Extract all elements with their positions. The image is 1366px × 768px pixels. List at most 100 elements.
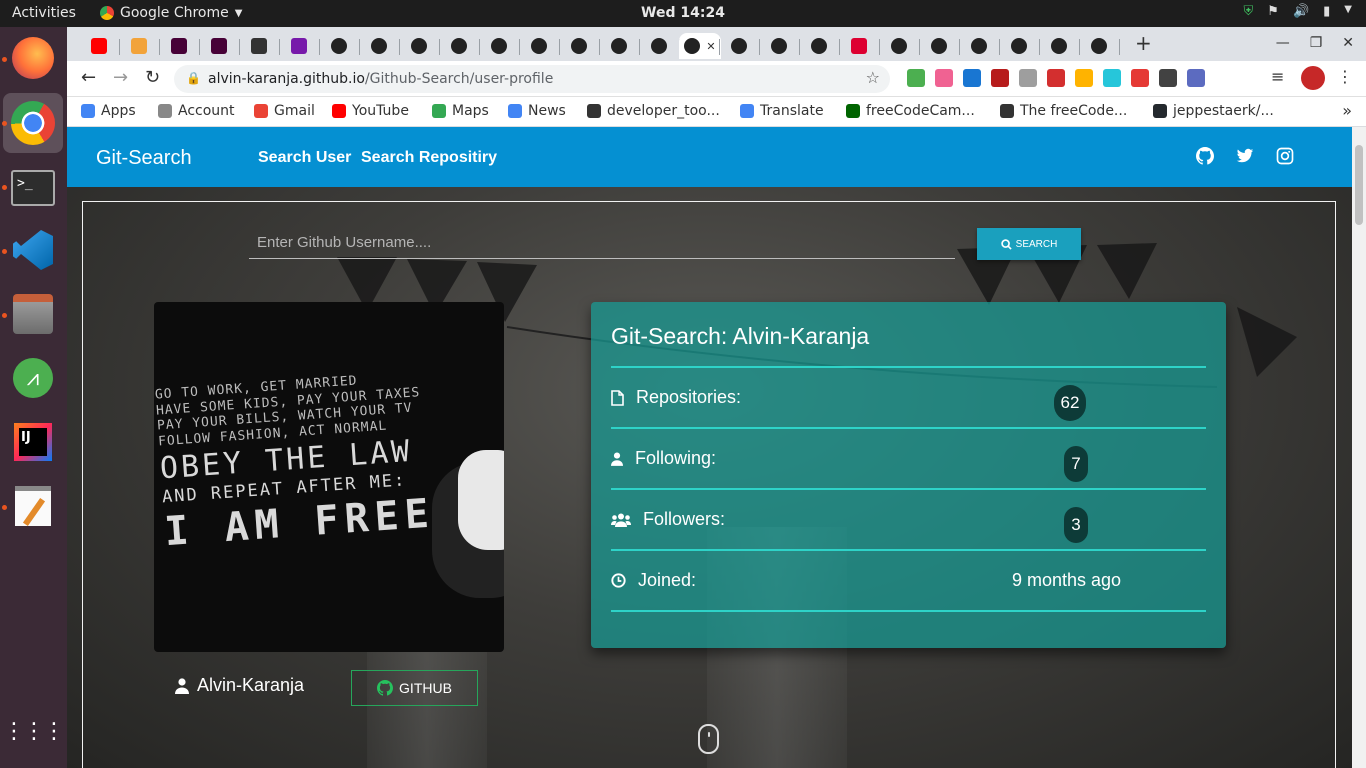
github-icon[interactable] [1196, 147, 1214, 169]
address-bar[interactable]: 🔒 alvin-karanja.github.io/Github-Search/… [174, 65, 890, 93]
browser-tab[interactable] [799, 33, 839, 59]
browser-tab[interactable] [439, 33, 479, 59]
profile-avatar-image: GO TO WORK, GET MARRIED HAVE SOME KIDS, … [154, 302, 504, 652]
browser-tab[interactable] [959, 33, 999, 59]
bookmark-item[interactable]: The freeCode... [1000, 103, 1127, 119]
browser-tab[interactable] [919, 33, 959, 59]
browser-tab[interactable] [119, 33, 159, 59]
browser-tab[interactable] [279, 33, 319, 59]
vscode-launcher[interactable] [10, 227, 56, 273]
system-tray[interactable]: ⛨ ⚑ 🔊 ▮ ▼ [1244, 4, 1352, 19]
volume-icon[interactable]: 🔊 [1293, 4, 1309, 19]
apps-grid-icon [81, 104, 95, 118]
camera-icon[interactable] [1019, 69, 1037, 87]
browser-tab[interactable] [239, 33, 279, 59]
username-search-input[interactable] [249, 227, 955, 259]
text-editor-launcher[interactable] [10, 483, 56, 529]
tab-active[interactable]: ✕ [679, 33, 721, 59]
shield-icon[interactable]: ⛨ [1244, 4, 1254, 19]
bookmark-item[interactable]: YouTube [332, 103, 409, 119]
intellij-launcher[interactable]: IJ [10, 419, 56, 465]
clock[interactable]: Wed 14:24 [0, 5, 1366, 21]
close-tab-icon[interactable]: ✕ [706, 40, 715, 53]
browser-tab[interactable] [999, 33, 1039, 59]
bookmark-item[interactable]: Account [158, 103, 235, 119]
battery-icon[interactable]: ▮ [1323, 4, 1330, 19]
bookmark-item[interactable]: Gmail [254, 103, 315, 119]
browser-tab[interactable] [719, 33, 759, 59]
files-launcher[interactable] [10, 291, 56, 337]
back-icon[interactable]: ← [81, 67, 96, 88]
nav-search-user[interactable]: Search User [258, 149, 351, 167]
bookmark-item[interactable]: freeCodeCam... [846, 103, 975, 119]
browser-tab[interactable] [319, 33, 359, 59]
search-button[interactable]: SEARCH [977, 228, 1081, 260]
browser-tab[interactable] [639, 33, 679, 59]
github-profile-button[interactable]: GITHUB [351, 670, 478, 706]
show-applications-button[interactable]: ⋮⋮⋮ [3, 709, 65, 755]
network-icon[interactable]: ⚑ [1267, 4, 1279, 19]
bookmark-item[interactable]: Translate [740, 103, 824, 119]
forward-icon[interactable]: → [113, 67, 128, 88]
android-studio-launcher[interactable]: ⩘ [10, 355, 56, 401]
nav-search-repository[interactable]: Search Repositiry [361, 149, 497, 167]
tab-favicon-icon [291, 38, 307, 54]
site-brand[interactable]: Git-Search [96, 147, 192, 170]
close-window-icon[interactable]: ✕ [1342, 35, 1354, 51]
extension-icon[interactable] [1103, 69, 1121, 87]
browser-tab[interactable] [879, 33, 919, 59]
bookmark-item[interactable]: Apps [81, 103, 136, 119]
browser-tab[interactable] [759, 33, 799, 59]
chrome-launcher[interactable] [3, 93, 63, 153]
more-bookmarks-icon[interactable]: » [1342, 101, 1352, 120]
browser-tab[interactable] [559, 33, 599, 59]
firefox-launcher[interactable] [10, 35, 56, 81]
extension-icon[interactable] [1159, 69, 1177, 87]
browser-tab[interactable] [199, 33, 239, 59]
browser-tab[interactable] [839, 33, 879, 59]
kebab-menu-icon[interactable]: ⋮ [1337, 67, 1353, 86]
browser-tab[interactable] [519, 33, 559, 59]
maximize-icon[interactable]: ❐ [1310, 35, 1323, 51]
browser-tab[interactable] [359, 33, 399, 59]
scrollbar-thumb[interactable] [1355, 145, 1363, 225]
extension-icon[interactable] [935, 69, 953, 87]
terminal-launcher[interactable]: >_ [10, 165, 56, 211]
following-row: Following: [611, 448, 716, 469]
bookmark-item[interactable]: developer_too... [587, 103, 720, 119]
tab-favicon-icon [491, 38, 507, 54]
media-control-icon[interactable]: ≡ [1271, 67, 1284, 86]
extension-icon[interactable] [991, 69, 1009, 87]
extension-icon[interactable] [1187, 69, 1205, 87]
search-icon [1000, 238, 1012, 250]
extension-icon[interactable] [1075, 69, 1093, 87]
extension-icon[interactable] [907, 69, 925, 87]
browser-tab[interactable] [599, 33, 639, 59]
profile-avatar[interactable] [1301, 66, 1325, 90]
twitter-icon[interactable] [1236, 147, 1254, 169]
browser-tab[interactable] [479, 33, 519, 59]
window-controls: — ❐ ✕ [1276, 35, 1354, 51]
browser-tab[interactable] [1039, 33, 1079, 59]
bookmark-item[interactable]: News [508, 103, 566, 119]
star-icon[interactable]: ☆ [866, 68, 880, 87]
browser-tab[interactable] [79, 33, 119, 59]
browser-tab[interactable] [159, 33, 199, 59]
extension-icon[interactable] [963, 69, 981, 87]
bookmark-item[interactable]: jeppestaerk/... [1153, 103, 1274, 119]
bookmark-item[interactable]: Maps [432, 103, 489, 119]
site-navbar: Git-Search Search User Search Repositiry [67, 127, 1352, 187]
tab-favicon-icon [731, 38, 747, 54]
instagram-icon[interactable] [1276, 147, 1294, 169]
reload-icon[interactable]: ↻ [145, 67, 160, 88]
extension-icon[interactable] [1131, 69, 1149, 87]
globe-icon [587, 104, 601, 118]
scroll-down-indicator[interactable] [698, 724, 719, 754]
browser-tab[interactable] [1079, 33, 1119, 59]
browser-tab[interactable] [399, 33, 439, 59]
extension-icon[interactable] [1047, 69, 1065, 87]
minimize-icon[interactable]: — [1276, 35, 1290, 51]
page-scrollbar[interactable] [1352, 127, 1366, 768]
new-tab-icon[interactable]: + [1135, 31, 1152, 55]
chevron-down-icon[interactable]: ▼ [1344, 4, 1352, 19]
